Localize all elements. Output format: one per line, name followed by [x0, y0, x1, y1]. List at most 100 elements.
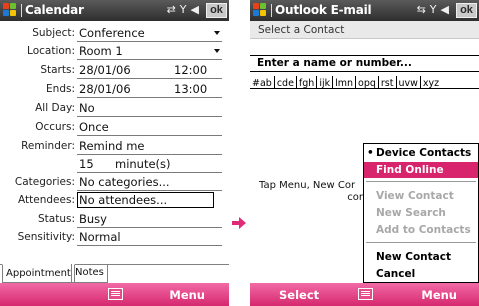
- attendees-label: Attendees:: [18, 194, 75, 206]
- alphabet-bar: #ab cde fgh ijk lmn opq rst uvw xyz: [250, 73, 479, 89]
- subheader: Select a Contact: [250, 21, 479, 39]
- field-underline: [77, 227, 222, 228]
- alpha-group[interactable]: lmn: [333, 76, 357, 88]
- subject-row[interactable]: Subject: Conference: [0, 25, 229, 42]
- reminder-amount[interactable]: 15: [79, 157, 94, 171]
- reminder-unit[interactable]: minute(s): [115, 157, 171, 171]
- subject-value[interactable]: Conference: [79, 26, 145, 40]
- status-row[interactable]: Status: Busy: [0, 211, 229, 228]
- windows-start-icon[interactable]: [253, 3, 267, 17]
- field-underline: [77, 116, 222, 117]
- starts-date[interactable]: 28/01/06: [79, 63, 131, 77]
- reminder-time-row[interactable]: 15 minute(s): [0, 156, 229, 173]
- soft-key-bar: Select Menu: [250, 283, 479, 306]
- ok-button[interactable]: ok: [206, 3, 227, 18]
- volume-icon[interactable]: ◀: [191, 3, 203, 16]
- connectivity-icon[interactable]: ⇄: [167, 3, 180, 16]
- menu-item-find-online[interactable]: Find Online: [364, 162, 478, 178]
- field-underline: [77, 190, 222, 191]
- menu-item-label: New Contact: [376, 251, 452, 263]
- alpha-group[interactable]: fgh: [297, 76, 318, 88]
- ends-time[interactable]: 13:00: [174, 82, 207, 96]
- connectivity-icon[interactable]: ⇆: [417, 3, 430, 16]
- chevron-down-icon[interactable]: [214, 49, 220, 53]
- menu-item-label: Add to Contacts: [376, 224, 471, 236]
- menu-item-view-contact[interactable]: View Contact: [364, 188, 478, 204]
- menu-item-label: Cancel: [376, 268, 416, 280]
- chevron-down-icon[interactable]: [214, 31, 220, 35]
- status-value[interactable]: Busy: [79, 212, 107, 226]
- starts-row[interactable]: Starts: 28/01/06 12:00: [0, 62, 229, 79]
- menu-softkey[interactable]: Menu: [169, 288, 205, 302]
- attendees-value[interactable]: No attendees...: [79, 193, 167, 207]
- title-separator: [271, 4, 272, 17]
- menu-item-add-to-contacts[interactable]: Add to Contacts: [364, 222, 478, 238]
- soft-key-bar: Menu: [0, 283, 229, 306]
- signal-icon[interactable]: Y: [430, 3, 441, 16]
- search-placeholder: Enter a name or number...: [257, 57, 412, 69]
- windows-start-icon[interactable]: [3, 3, 17, 17]
- field-underline: [77, 97, 222, 98]
- allday-row[interactable]: All Day: No: [0, 100, 229, 117]
- alpha-group[interactable]: rst: [379, 76, 397, 88]
- menu-item-cancel[interactable]: Cancel: [364, 266, 478, 282]
- alpha-group[interactable]: ijk: [317, 76, 334, 88]
- allday-value[interactable]: No: [79, 101, 95, 115]
- title-separator: [21, 4, 22, 17]
- occurs-value[interactable]: Once: [79, 120, 109, 134]
- app-title: Outlook E-mail: [275, 3, 372, 17]
- alpha-group[interactable]: opq: [356, 76, 379, 88]
- field-underline: [77, 78, 222, 79]
- right-arrow-icon: [232, 217, 246, 229]
- categories-label: Categories:: [14, 176, 75, 188]
- empty-list-message: Tap Menu, New Cor cor: [250, 180, 363, 204]
- categories-value[interactable]: No categories...: [79, 175, 170, 189]
- alpha-group[interactable]: xyz: [421, 76, 441, 88]
- alpha-group[interactable]: #ab: [250, 76, 275, 88]
- alpha-group[interactable]: cde: [275, 76, 297, 88]
- contact-search-input[interactable]: Enter a name or number...: [250, 55, 479, 72]
- tab-appointment[interactable]: Appointment: [2, 264, 75, 283]
- field-underline: [77, 41, 222, 42]
- location-value[interactable]: Room 1: [79, 44, 123, 58]
- calendar-screen: Calendar ⇄Y◀ ok Subject: Conference Loca…: [0, 0, 229, 306]
- app-title: Calendar: [25, 3, 84, 17]
- field-underline: [77, 59, 222, 60]
- subject-label: Subject:: [32, 27, 75, 39]
- outlook-screen: Outlook E-mail ⇆Y◀ ok Select a Contact E…: [250, 0, 479, 306]
- empty-message-line2: cor: [347, 192, 363, 203]
- categories-row[interactable]: Categories: No categories...: [0, 174, 229, 191]
- alpha-group[interactable]: uvw: [397, 76, 421, 88]
- volume-icon[interactable]: ◀: [441, 3, 453, 16]
- title-bar: Outlook E-mail ⇆Y◀ ok: [250, 0, 479, 21]
- menu-item-device-contacts[interactable]: • Device Contacts: [364, 145, 478, 161]
- select-softkey[interactable]: Select: [279, 288, 319, 302]
- sensitivity-value[interactable]: Normal: [79, 230, 121, 244]
- location-row[interactable]: Location: Room 1: [0, 43, 229, 60]
- field-underline: [77, 135, 222, 136]
- occurs-label: Occurs:: [35, 121, 75, 133]
- ends-label: Ends:: [46, 83, 75, 95]
- reminder-value[interactable]: Remind me: [79, 139, 144, 153]
- menu-item-label: New Search: [376, 207, 446, 219]
- menu-item-new-search[interactable]: New Search: [364, 205, 478, 221]
- occurs-row[interactable]: Occurs: Once: [0, 119, 229, 136]
- menu-softkey[interactable]: Menu: [421, 288, 457, 302]
- attendees-row[interactable]: Attendees: No attendees...: [0, 192, 229, 209]
- ends-row[interactable]: Ends: 28/01/06 13:00: [0, 81, 229, 98]
- menu-item-label: Find Online: [376, 164, 444, 176]
- reminder-row[interactable]: Reminder: Remind me: [0, 138, 229, 155]
- ends-date[interactable]: 28/01/06: [79, 82, 131, 96]
- starts-label: Starts:: [40, 64, 75, 76]
- keyboard-icon[interactable]: [107, 288, 123, 300]
- empty-message-line1: Tap Menu, New Cor: [259, 180, 356, 191]
- starts-time[interactable]: 12:00: [174, 63, 207, 77]
- tab-notes[interactable]: Notes: [71, 264, 108, 283]
- sensitivity-row[interactable]: Sensitivity: Normal: [0, 229, 229, 246]
- ok-button[interactable]: ok: [456, 3, 477, 18]
- menu-separator: [366, 242, 476, 243]
- canvas: Calendar ⇄Y◀ ok Subject: Conference Loca…: [0, 0, 479, 306]
- signal-icon[interactable]: Y: [180, 3, 191, 16]
- menu-item-new-contact[interactable]: New Contact: [364, 249, 478, 265]
- keyboard-icon[interactable]: [357, 288, 373, 300]
